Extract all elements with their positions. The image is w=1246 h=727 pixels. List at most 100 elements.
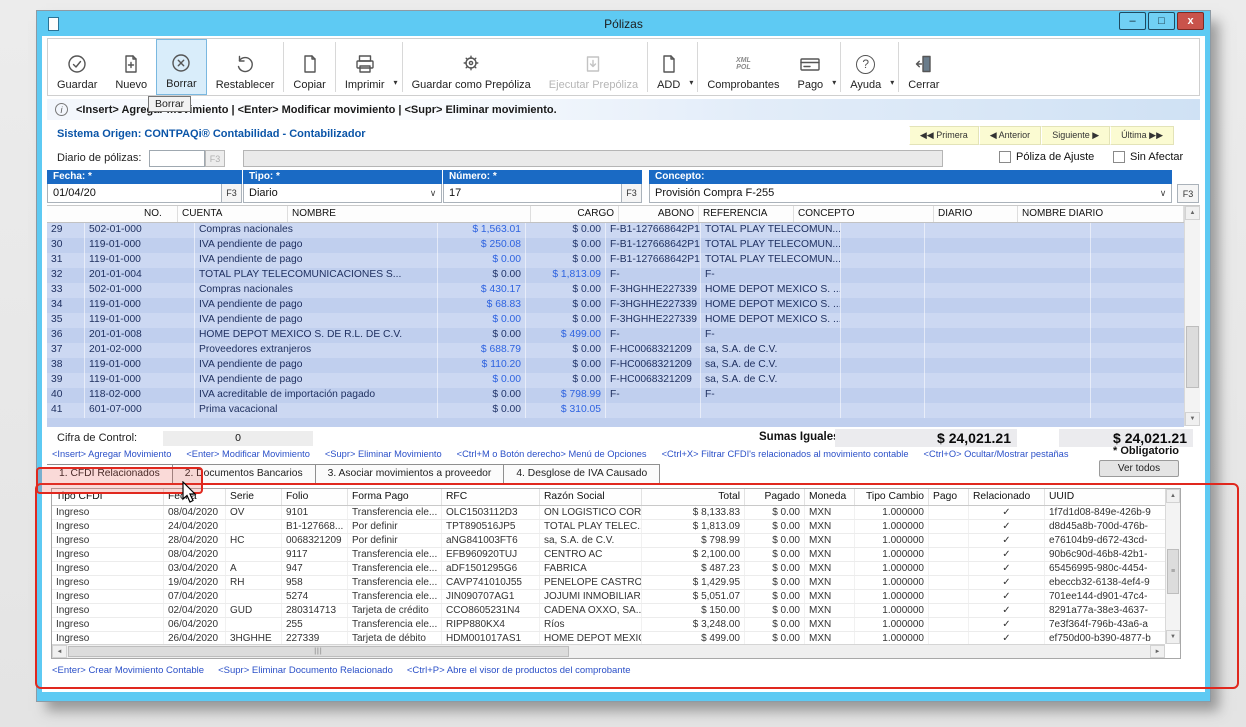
empty-row: [47, 418, 1184, 427]
gear-document-icon: [460, 52, 482, 76]
fecha-field-group: Fecha: * 01/04/20 F3: [47, 170, 243, 203]
column-header-filler: [47, 206, 140, 222]
payment-card-icon: [798, 52, 822, 76]
tipo-select[interactable]: Diario: [244, 187, 425, 199]
borrar-button[interactable]: Borrar: [156, 39, 207, 95]
movement-row[interactable]: 39 119-01-000 IVA pendiente de pago $ 0.…: [47, 373, 1184, 388]
ver-todos-button[interactable]: Ver todos: [1099, 460, 1179, 477]
column-header[interactable]: CARGO: [531, 206, 619, 222]
imprimir-button[interactable]: Imprimir: [336, 39, 394, 95]
movement-row[interactable]: 33 502-01-000 Compras nacionales $ 430.1…: [47, 283, 1184, 298]
scrollbar-thumb[interactable]: [1186, 326, 1199, 388]
concepto-label: Concepto:: [649, 170, 1172, 184]
column-header[interactable]: ABONO: [619, 206, 699, 222]
fecha-label: Fecha: *: [47, 170, 242, 184]
ayuda-button[interactable]: ? Ayuda: [841, 39, 890, 95]
cifra-control-label: Cifra de Control:: [57, 432, 137, 444]
numero-f3-button[interactable]: F3: [621, 184, 641, 202]
tab[interactable]: 4. Desglose de IVA Causado: [504, 464, 660, 484]
ayuda-dropdown-icon[interactable]: ▾: [890, 78, 898, 95]
pago-dropdown-icon[interactable]: ▾: [832, 78, 840, 95]
poliza-ajuste-checkbox[interactable]: Póliza de Ajuste: [999, 151, 1094, 163]
nuevo-button[interactable]: Nuevo: [106, 39, 156, 95]
movement-row[interactable]: 41 601-07-000 Prima vacacional $ 0.00 $ …: [47, 403, 1184, 418]
movements-table: NO.CUENTANOMBRECARGOABONOREFERENCIACONCE…: [47, 205, 1200, 426]
checkbox-box[interactable]: [1113, 151, 1125, 163]
column-header[interactable]: REFERENCIA: [699, 206, 794, 222]
nav-button[interactable]: ◀ Anterior: [979, 126, 1041, 145]
movement-row[interactable]: 37 201-02-000 Proveedores extranjeros $ …: [47, 343, 1184, 358]
column-header[interactable]: NOMBRE DIARIO: [1018, 206, 1184, 222]
borrar-tooltip: Borrar: [148, 96, 191, 112]
movement-row[interactable]: 34 119-01-000 IVA pendiente de pago $ 68…: [47, 298, 1184, 313]
add-button[interactable]: ADD: [648, 39, 689, 95]
movement-row[interactable]: 35 119-01-000 IVA pendiente de pago $ 0.…: [47, 313, 1184, 328]
ejecutar-prepoliza-button: Ejecutar Prepóliza: [540, 39, 647, 95]
guardar-button[interactable]: Guardar: [48, 39, 106, 95]
fecha-input[interactable]: 01/04/20: [48, 187, 221, 199]
column-header[interactable]: DIARIO: [934, 206, 1018, 222]
info-bar: i <Insert> Agregar movimiento | <Enter> …: [47, 99, 1200, 120]
shortcut-hint: <Insert> Agregar Movimiento: [52, 449, 171, 459]
print-icon: [354, 52, 376, 76]
origin-row: Sistema Origen: CONTPAQi® Contabilidad -…: [47, 124, 1200, 146]
imprimir-dropdown-icon[interactable]: ▾: [394, 78, 402, 95]
close-button[interactable]: x: [1177, 12, 1204, 30]
nav-button[interactable]: ◀◀ Primera: [909, 126, 979, 145]
tipo-dropdown-icon[interactable]: ∨: [425, 188, 441, 199]
shortcut-hint: <Ctrl+M o Botón derecho> Menú de Opcione…: [457, 449, 647, 459]
comprobantes-button[interactable]: XMLPOL Comprobantes: [698, 39, 788, 95]
movements-vertical-scrollbar[interactable]: ▲ ▼: [1184, 206, 1200, 426]
minimize-button[interactable]: –: [1119, 12, 1146, 30]
numero-label: Número: *: [443, 170, 642, 184]
sumas-iguales-label: Sumas Iguales:: [759, 431, 843, 443]
concepto-dropdown-icon[interactable]: ∨: [1155, 188, 1171, 199]
sistema-origen-text: Sistema Origen: CONTPAQi® Contabilidad -…: [57, 128, 366, 140]
column-header[interactable]: CUENTA: [178, 206, 288, 222]
reset-icon: [234, 52, 256, 76]
column-header[interactable]: NOMBRE: [288, 206, 531, 222]
tipo-field-group: Tipo: * Diario ∨: [243, 170, 443, 203]
shortcut-hint: <Supr> Eliminar Movimiento: [325, 449, 442, 459]
shortcut-hints: <Insert> Agregar Movimiento <Enter> Modif…: [52, 449, 1068, 459]
title-bar[interactable]: Pólizas – □ x: [42, 11, 1205, 36]
desktop-background: Pólizas – □ x Guardar Nuevo: [0, 0, 1246, 727]
poliza-key-fields: Fecha: * 01/04/20 F3 Tipo: * Diario ∨ Nú…: [47, 170, 643, 203]
diario-input[interactable]: [149, 150, 205, 167]
tab[interactable]: 3. Asociar movimientos a proveedor: [316, 464, 505, 484]
add-dropdown-icon[interactable]: ▾: [689, 78, 697, 95]
concepto-input[interactable]: Provisión Compra F-255: [650, 187, 1155, 199]
maximize-button[interactable]: □: [1148, 12, 1175, 30]
movement-row[interactable]: 31 119-01-000 IVA pendiente de pago $ 0.…: [47, 253, 1184, 268]
tipo-label: Tipo: *: [243, 170, 442, 184]
scroll-down-icon[interactable]: ▼: [1185, 412, 1200, 426]
guardar-prepoliza-button[interactable]: Guardar como Prepóliza: [403, 39, 540, 95]
restablecer-button[interactable]: Restablecer: [207, 39, 284, 95]
movement-row[interactable]: 40 118-02-000 IVA acreditable de importa…: [47, 388, 1184, 403]
mouse-cursor: [181, 481, 198, 505]
sin-afectar-checkbox[interactable]: Sin Afectar: [1113, 151, 1183, 163]
movement-row[interactable]: 29 502-01-000 Compras nacionales $ 1,563…: [47, 223, 1184, 238]
scroll-up-icon[interactable]: ▲: [1185, 206, 1200, 220]
checkbox-box[interactable]: [999, 151, 1011, 163]
shortcut-hint: <Enter> Modificar Movimiento: [186, 449, 310, 459]
nav-button[interactable]: Siguiente ▶: [1041, 126, 1110, 145]
totals-row: Cifra de Control: 0 Sumas Iguales: $ 24,…: [47, 429, 1200, 449]
movement-row[interactable]: 30 119-01-000 IVA pendiente de pago $ 25…: [47, 238, 1184, 253]
movement-row[interactable]: 38 119-01-000 IVA pendiente de pago $ 11…: [47, 358, 1184, 373]
movement-row[interactable]: 32 201-01-004 TOTAL PLAY TELECOMUNICACIO…: [47, 268, 1184, 283]
column-header[interactable]: CONCEPTO: [794, 206, 934, 222]
nav-button[interactable]: Última ▶▶: [1110, 126, 1174, 145]
copiar-button[interactable]: Copiar: [284, 39, 334, 95]
diario-name-field: [243, 150, 943, 167]
pago-button[interactable]: Pago: [788, 39, 832, 95]
fecha-f3-button[interactable]: F3: [221, 184, 241, 202]
diario-f3-button: F3: [205, 150, 225, 167]
run-prepoliza-icon: [582, 52, 604, 76]
diario-label: Diario de pólizas:: [57, 152, 141, 164]
column-header[interactable]: NO.: [140, 206, 178, 222]
movement-row[interactable]: 36 201-01-008 HOME DEPOT MEXICO S. DE R.…: [47, 328, 1184, 343]
concepto-f3-button[interactable]: F3: [1177, 184, 1199, 203]
numero-input[interactable]: 17: [444, 187, 621, 199]
cerrar-button[interactable]: Cerrar: [899, 39, 948, 95]
